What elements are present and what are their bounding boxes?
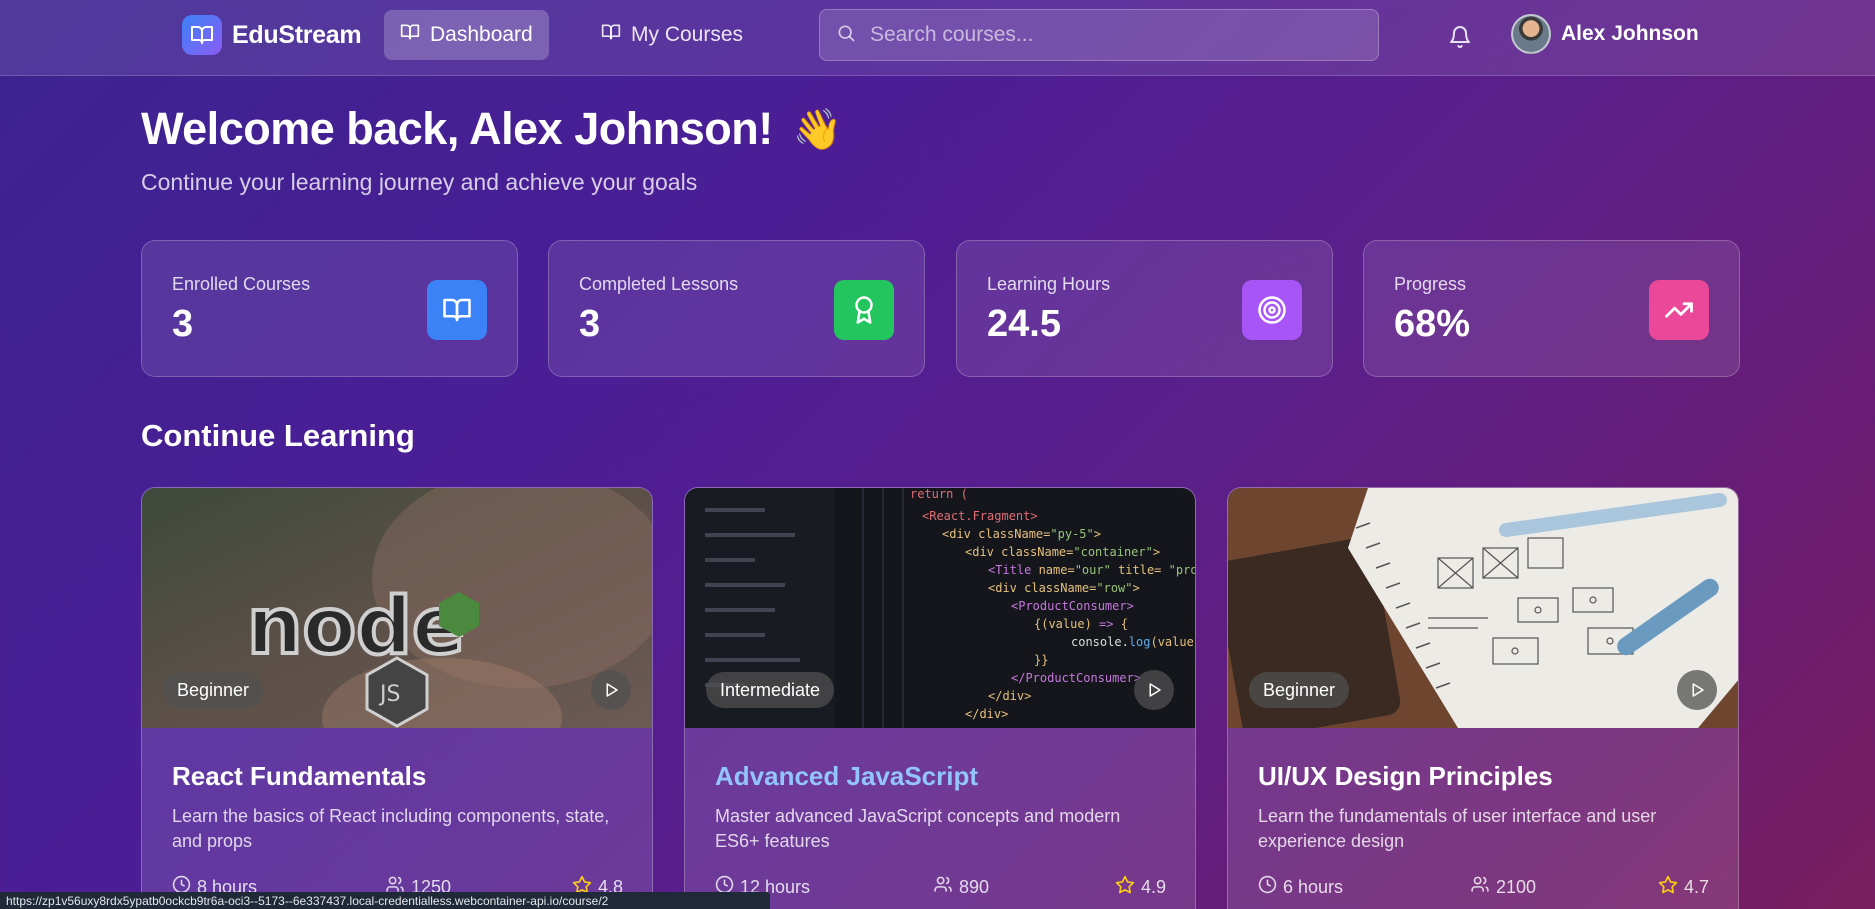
stat-label: Progress	[1394, 274, 1467, 294]
course-description: Learn the basics of React including comp…	[172, 806, 610, 851]
users-icon	[1470, 875, 1490, 899]
node-logo-photo: node JS Beginner	[142, 488, 652, 728]
level-badge: Beginner	[1249, 672, 1350, 708]
course-description: Master advanced JavaScript concepts and …	[715, 806, 1121, 851]
stat-value: 68%	[1394, 303, 1471, 345]
stat-card-completed: Completed Lessons 3	[548, 240, 925, 377]
svg-text:console.log(value): console.log(value)	[1071, 635, 1195, 649]
user-menu[interactable]: Alex Johnson	[1511, 14, 1699, 54]
top-nav: EduStream Dashboard My Courses Alex John…	[0, 0, 1875, 76]
welcome-subtitle: Continue your learning journey and achie…	[141, 169, 698, 195]
svg-text:<ProductConsumer>: <ProductConsumer>	[1011, 599, 1134, 613]
svg-text:<div className="row">: <div className="row">	[988, 581, 1140, 595]
stat-label: Completed Lessons	[579, 274, 739, 294]
trending-up-icon	[1649, 280, 1709, 340]
star-icon	[1658, 875, 1678, 900]
status-bar-url: https://zp1v56uxy8rdx5ypatb0ockcb9tr6a-o…	[0, 892, 770, 909]
play-button[interactable]	[1134, 670, 1174, 710]
tab-dashboard-label: Dashboard	[430, 23, 533, 46]
level-badge: Beginner	[163, 672, 264, 708]
book-open-icon	[601, 22, 621, 48]
award-icon	[834, 280, 894, 340]
search-icon	[836, 23, 856, 48]
svg-text:{(value) => {: {(value) => {	[1034, 617, 1128, 631]
course-title[interactable]: UI/UX Design Principles	[1258, 761, 1553, 792]
course-title[interactable]: React Fundamentals	[172, 761, 426, 792]
svg-text:<React.Fragment>: <React.Fragment>	[922, 509, 1038, 523]
stat-value: 3	[172, 303, 194, 345]
search-bar	[819, 9, 1379, 61]
course-card[interactable]: Beginner UI/UX Design Principles Learn t…	[1227, 487, 1739, 909]
svg-text:return (: return (	[910, 488, 968, 501]
svg-text:JS: JS	[378, 682, 400, 707]
course-card[interactable]: return ( <React.Fragment> <div className…	[684, 487, 1196, 909]
brand[interactable]: EduStream	[182, 15, 362, 55]
svg-text:</div>: </div>	[965, 707, 1008, 721]
book-open-icon	[427, 280, 487, 340]
stat-card-enrolled: Enrolled Courses 3	[141, 240, 518, 377]
duration-text: 6 hours	[1283, 876, 1344, 897]
tab-dashboard[interactable]: Dashboard	[384, 10, 549, 60]
star-icon	[1115, 875, 1135, 900]
level-badge: Intermediate	[706, 672, 835, 708]
course-duration: 6 hours	[1258, 875, 1343, 899]
svg-text:<div className="py-5">: <div className="py-5">	[942, 527, 1101, 541]
waving-hand-icon: 👋	[792, 107, 843, 152]
stat-value: 24.5	[987, 303, 1061, 345]
course-title[interactable]: Advanced JavaScript	[715, 761, 978, 792]
svg-text:<div className="container">: <div className="container">	[965, 545, 1160, 559]
svg-text:</div>: </div>	[988, 689, 1031, 703]
rating-text: 4.9	[1141, 877, 1167, 897]
students-text: 890	[959, 876, 990, 897]
rating-text: 4.7	[1684, 877, 1710, 897]
stat-value: 3	[579, 303, 601, 345]
stat-label: Learning Hours	[987, 274, 1111, 294]
course-rating: 4.9	[1115, 875, 1166, 900]
welcome-title-text: Welcome back, Alex Johnson!	[141, 103, 773, 154]
stat-card-hours: Learning Hours 24.5	[956, 240, 1333, 377]
course-rating: 4.7	[1658, 875, 1709, 900]
target-icon	[1242, 280, 1302, 340]
stat-card-progress: Progress 68%	[1363, 240, 1740, 377]
svg-text:</ProductConsumer>: </ProductConsumer>	[1011, 671, 1141, 685]
users-icon	[933, 875, 953, 899]
brand-name: EduStream	[232, 20, 362, 49]
section-title: Continue Learning	[141, 418, 415, 453]
play-button[interactable]	[1677, 670, 1717, 710]
tab-my-courses-label: My Courses	[631, 23, 744, 46]
course-description: Learn the fundamentals of user interface…	[1258, 806, 1657, 851]
tab-my-courses[interactable]: My Courses	[585, 10, 759, 60]
avatar	[1511, 14, 1551, 54]
clock-icon	[1258, 875, 1277, 899]
svg-text:node: node	[247, 582, 465, 672]
course-students: 2100	[1470, 875, 1536, 899]
user-name: Alex Johnson	[1561, 22, 1699, 45]
students-text: 2100	[1496, 876, 1537, 897]
svg-text:<Title name="our" title= "prod: <Title name="our" title= "produ	[988, 563, 1195, 577]
page-title: Welcome back, Alex Johnson! 👋	[141, 103, 843, 155]
stat-label: Enrolled Courses	[172, 274, 311, 294]
search-input[interactable]	[870, 23, 1362, 47]
book-open-icon	[182, 15, 222, 55]
svg-text:}}: }}	[1034, 653, 1048, 667]
book-open-icon	[400, 22, 420, 48]
course-students: 890	[933, 875, 989, 899]
play-button[interactable]	[591, 670, 631, 710]
code-editor-photo: return ( <React.Fragment> <div className…	[685, 488, 1195, 728]
wireframe-notebook-photo: Beginner	[1228, 488, 1738, 728]
course-card[interactable]: node JS Beginner React Fundamentals Lear…	[141, 487, 653, 909]
bell-icon[interactable]	[1445, 22, 1475, 52]
